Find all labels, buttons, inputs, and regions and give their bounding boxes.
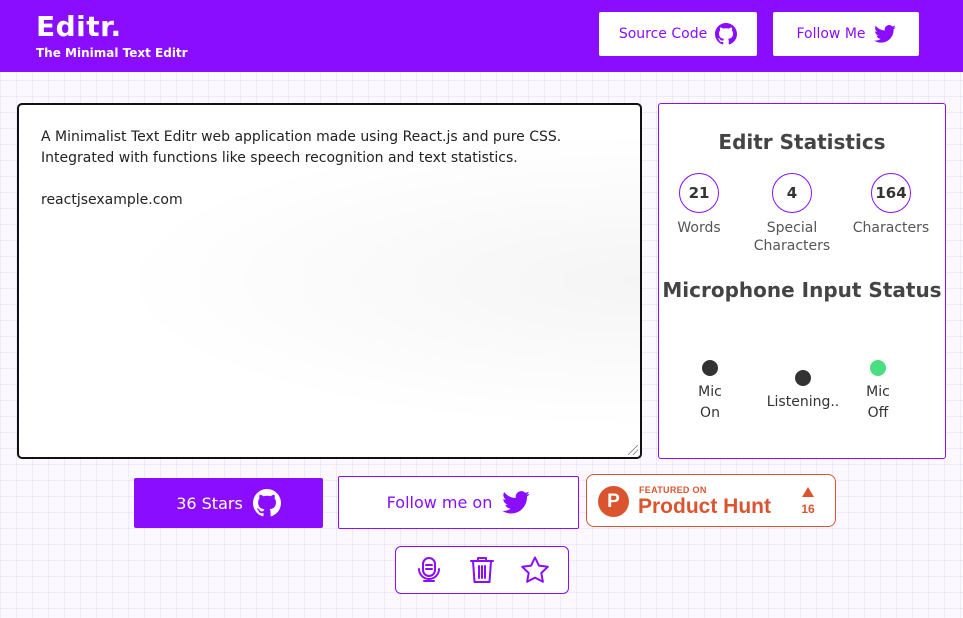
listening-label: Listening.. — [766, 394, 840, 410]
product-hunt-name: Product Hunt — [638, 495, 771, 518]
source-code-label: Source Code — [618, 26, 708, 42]
editor-line: A Minimalist Text Editr web application … — [41, 129, 562, 145]
product-hunt-featured: FEATURED ON — [639, 485, 707, 495]
upvote-icon — [802, 487, 814, 497]
text-editor[interactable]: A Minimalist Text Editr web application … — [17, 103, 642, 459]
resize-handle[interactable] — [628, 445, 638, 455]
editor-toolbar — [395, 546, 569, 594]
special-label: Special Characters — [753, 220, 831, 254]
microphone-title: Microphone Input Status — [662, 278, 942, 302]
words-count: 21 — [679, 173, 719, 213]
follow-twitter-button[interactable]: Follow me on — [338, 476, 579, 529]
stars-label: 36 Stars — [176, 493, 243, 513]
mic-on-label: Mic On — [698, 384, 722, 421]
github-icon — [252, 489, 281, 517]
statistics-title: Editr Statistics — [718, 130, 886, 154]
star-icon — [520, 555, 550, 585]
status-dot — [702, 360, 718, 376]
status-dot — [795, 370, 811, 386]
follow-twitter-label: Follow me on — [386, 493, 493, 512]
characters-label: Characters — [852, 220, 930, 236]
product-hunt-badge[interactable]: P FEATURED ON Product Hunt 16 — [586, 474, 836, 527]
clear-text-button[interactable] — [462, 550, 502, 590]
status-dot — [870, 360, 886, 376]
stat-words: 21 Words — [677, 173, 721, 237]
app-subtitle: The Minimal Text Editr — [36, 46, 188, 60]
upvote-count: 16 — [801, 502, 815, 516]
twitter-icon — [873, 25, 896, 43]
mic-off-status: Mic Off — [863, 360, 893, 424]
follow-me-label: Follow Me — [796, 26, 866, 42]
twitter-icon — [502, 491, 531, 514]
trash-icon — [469, 555, 495, 585]
stat-characters: 164 Characters — [851, 173, 931, 237]
microphone-icon — [414, 555, 444, 585]
statistics-panel: Editr Statistics 21 Words 4 Special Char… — [658, 103, 946, 459]
app-title: Editr. — [36, 10, 122, 43]
microphone-button[interactable] — [409, 550, 449, 590]
github-icon — [715, 23, 738, 45]
source-code-button[interactable]: Source Code — [599, 12, 757, 56]
product-hunt-logo-icon: P — [598, 486, 629, 517]
characters-count: 164 — [871, 173, 911, 213]
listening-status: Listening.. — [765, 370, 841, 413]
star-button[interactable] — [515, 550, 555, 590]
editor-line: Integrated with functions like speech re… — [41, 150, 518, 166]
words-label: Words — [677, 220, 721, 236]
editor-line: reactjsexample.com — [41, 192, 183, 208]
special-count: 4 — [772, 173, 812, 213]
header: Editr. The Minimal Text Editr Source Cod… — [0, 0, 963, 72]
mic-off-label: Mic Off — [866, 384, 890, 421]
stat-special-characters: 4 Special Characters — [747, 173, 837, 255]
follow-me-button[interactable]: Follow Me — [773, 12, 919, 56]
mic-on-status: Mic On — [695, 360, 725, 424]
github-stars-button[interactable]: 36 Stars — [134, 478, 323, 528]
